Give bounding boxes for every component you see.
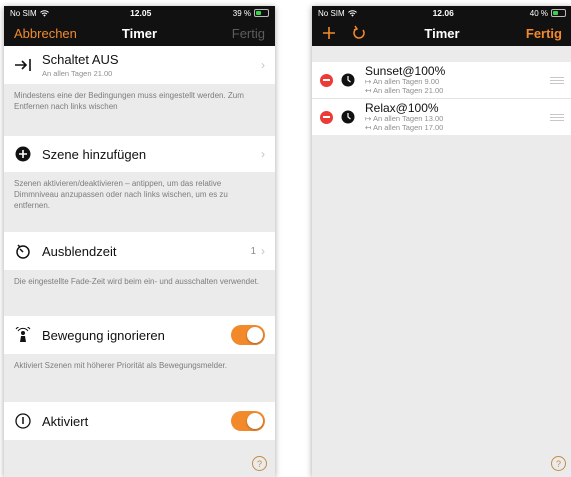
- activated-row: Aktiviert: [4, 402, 275, 440]
- clock-time: 12.05: [130, 8, 152, 18]
- activated-toggle[interactable]: [231, 411, 265, 431]
- scenes-hint: Szenen aktivieren/deaktivieren – antippe…: [14, 179, 228, 210]
- timer-off-schedule: ↤ An allen Tagen 17.00: [365, 123, 444, 132]
- battery-percent: 40 %: [529, 8, 548, 18]
- delete-timer-button[interactable]: [320, 73, 333, 87]
- clock-icon: [341, 73, 355, 87]
- done-button[interactable]: Fertig: [232, 26, 265, 41]
- timer-item[interactable]: Relax@100% ↦ An allen Tagen 13.00 ↤ An a…: [312, 99, 571, 135]
- ignore-motion-title: Bewegung ignorieren: [42, 327, 165, 343]
- drag-handle-icon[interactable]: [550, 113, 564, 121]
- motion-person-icon: [14, 326, 32, 344]
- ignore-motion-toggle[interactable]: [231, 325, 265, 345]
- power-icon: [14, 412, 32, 430]
- help-icon[interactable]: ?: [551, 456, 566, 471]
- timer-name: Relax@100%: [365, 101, 439, 116]
- wifi-icon: [347, 9, 357, 17]
- arrow-to-bar-icon: [14, 56, 32, 74]
- timer-off-schedule: ↤ An allen Tagen 21.00: [365, 86, 444, 95]
- switch-off-row[interactable]: Schaltet AUS An allen Tagen 21.00 ›: [4, 46, 275, 84]
- ignore-motion-row: Bewegung ignorieren: [4, 316, 275, 354]
- cancel-button[interactable]: Abbrechen: [14, 26, 77, 41]
- fade-time-row[interactable]: Ausblendzeit 1 ›: [4, 232, 275, 270]
- fade-hint: Die eingestellte Fade-Zeit wird beim ein…: [14, 277, 260, 286]
- wifi-icon: [39, 9, 49, 17]
- chevron-right-icon: ›: [261, 147, 265, 161]
- chevron-right-icon: ›: [261, 244, 265, 258]
- timer-edit-screen: No SIM 12.05 39 % Abbrechen Timer Fertig…: [4, 6, 275, 477]
- navigation-bar: Timer Fertig: [312, 20, 571, 46]
- carrier-label: No SIM: [318, 8, 345, 18]
- refresh-icon[interactable]: [352, 25, 366, 41]
- timer-list-screen: No SIM 12.06 40 % Timer Fertig Sunset@10…: [312, 6, 571, 477]
- chevron-right-icon: ›: [261, 58, 265, 72]
- fade-time-title: Ausblendzeit: [42, 243, 117, 259]
- timer-icon: [14, 242, 32, 260]
- clock-time: 12.06: [432, 8, 454, 18]
- timer-list: Sunset@100% ↦ An allen Tagen 9.00 ↤ An a…: [312, 62, 571, 135]
- switch-off-title: Schaltet AUS: [42, 52, 119, 67]
- battery-percent: 39 %: [232, 8, 251, 18]
- plus-icon[interactable]: [322, 26, 336, 40]
- status-bar: No SIM 12.05 39 %: [4, 6, 275, 20]
- help-icon[interactable]: ?: [252, 456, 267, 471]
- top-bar: No SIM 12.05 39 % Abbrechen Timer Fertig: [4, 6, 275, 46]
- activated-title: Aktiviert: [42, 413, 89, 429]
- done-button[interactable]: Fertig: [526, 26, 562, 41]
- add-scene-row[interactable]: Szene hinzufügen ›: [4, 136, 275, 172]
- motion-hint: Aktiviert Szenen mit höherer Priorität a…: [14, 361, 227, 370]
- carrier-label: No SIM: [10, 8, 37, 18]
- timer-item[interactable]: Sunset@100% ↦ An allen Tagen 9.00 ↤ An a…: [312, 62, 571, 99]
- battery-icon: [254, 9, 269, 17]
- battery-icon: [551, 9, 566, 17]
- drag-handle-icon[interactable]: [550, 76, 564, 84]
- plus-circle-icon: [14, 145, 32, 163]
- fade-time-value: 1: [250, 245, 256, 257]
- conditions-hint: Mindestens eine der Bedingungen muss ein…: [14, 91, 244, 111]
- navigation-bar: Abbrechen Timer Fertig: [4, 20, 275, 46]
- status-bar: No SIM 12.06 40 %: [312, 6, 571, 20]
- delete-timer-button[interactable]: [320, 110, 333, 124]
- clock-icon: [341, 110, 355, 124]
- timer-name: Sunset@100%: [365, 64, 446, 79]
- switch-off-schedule: An allen Tagen 21.00: [42, 69, 113, 78]
- top-bar: No SIM 12.06 40 % Timer Fertig: [312, 6, 571, 46]
- add-scene-title: Szene hinzufügen: [42, 146, 147, 162]
